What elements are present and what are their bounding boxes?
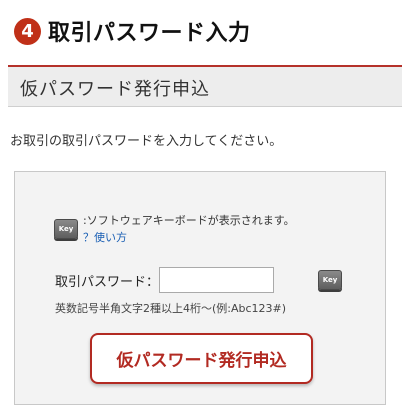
howto-link[interactable]: ？使い方 <box>83 229 127 245</box>
section-header: 仮パスワード発行申込 <box>8 65 402 107</box>
software-keyboard-note: :ソフトウェアキーボードが表示されます。 <box>83 214 295 227</box>
keyboard-key-icon: Key <box>54 219 78 239</box>
password-input[interactable] <box>159 267 274 293</box>
step-header: 4 取引パスワード入力 <box>14 14 251 48</box>
password-label: 取引パスワード： <box>55 275 160 290</box>
intro-text: お取引の取引パスワードを入力してください。 <box>10 134 283 149</box>
temp-password-submit-button[interactable]: 仮パスワード発行申込 <box>90 333 313 384</box>
step-number-badge: 4 <box>14 17 41 45</box>
section-title: 仮パスワード発行申込 <box>20 79 210 100</box>
software-keyboard-toggle-icon[interactable]: Key <box>318 270 342 290</box>
step-title: 取引パスワード入力 <box>48 21 251 46</box>
password-hint: 英数記号半角文字2種以上4桁～(例:Abc123#) <box>55 302 287 315</box>
